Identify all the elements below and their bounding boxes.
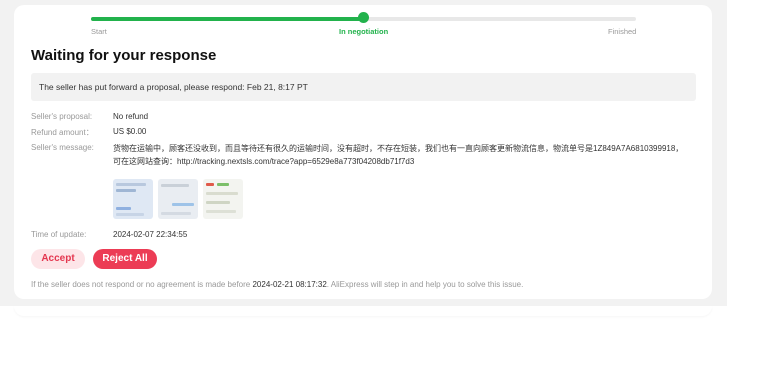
step-start: Start [91, 27, 107, 36]
dispute-card: Start In negotiation Finished Waiting fo… [14, 5, 712, 299]
attachment-thumbnail-1[interactable] [113, 179, 153, 219]
seller-message-line-1: 货物在运输中，顾客还没收到，而且等待还有很久的运输时间，没有超时，不存在短装，我… [113, 144, 684, 153]
progress-current-dot [358, 12, 369, 23]
accept-button[interactable]: Accept [31, 249, 85, 269]
proposal-notice: The seller has put forward a proposal, p… [31, 73, 696, 101]
refund-value: US $0.00 [113, 127, 147, 136]
update-label: Time of update: [31, 230, 87, 239]
step-finished: Finished [608, 27, 637, 36]
update-value: 2024-02-07 22:34:55 [113, 230, 188, 239]
message-label: Seller's message: [31, 143, 94, 152]
seller-message-line-2: 可在这网站查询：http://tracking.nextsls.com/trac… [113, 156, 415, 166]
attachment-thumbnail-3[interactable] [203, 179, 243, 219]
step-in-negotiation: In negotiation [339, 27, 389, 36]
refund-label: Refund amount： [31, 128, 94, 137]
proposal-value: No refund [113, 112, 149, 121]
attachment-thumbnail-2[interactable] [158, 179, 198, 219]
footer-note: If the seller does not respond or no agr… [31, 280, 523, 289]
reject-all-button[interactable]: Reject All [93, 249, 157, 269]
seller-message: 货物在运输中，顾客还没收到，而且等待还有很久的运输时间，没有超时，不存在短装，我… [113, 143, 703, 168]
next-card-edge [14, 306, 712, 316]
footer-prefix: If the seller does not respond or no agr… [31, 280, 251, 289]
progress-fill [91, 17, 364, 21]
proposal-label: Seller's proposal: [31, 112, 93, 121]
bottom-background [0, 306, 771, 392]
page-title: Waiting for your response [31, 47, 217, 64]
footer-deadline: 2024-02-21 08:17:32 [252, 280, 327, 289]
footer-suffix: . AliExpress will step in and help you t… [326, 280, 524, 289]
